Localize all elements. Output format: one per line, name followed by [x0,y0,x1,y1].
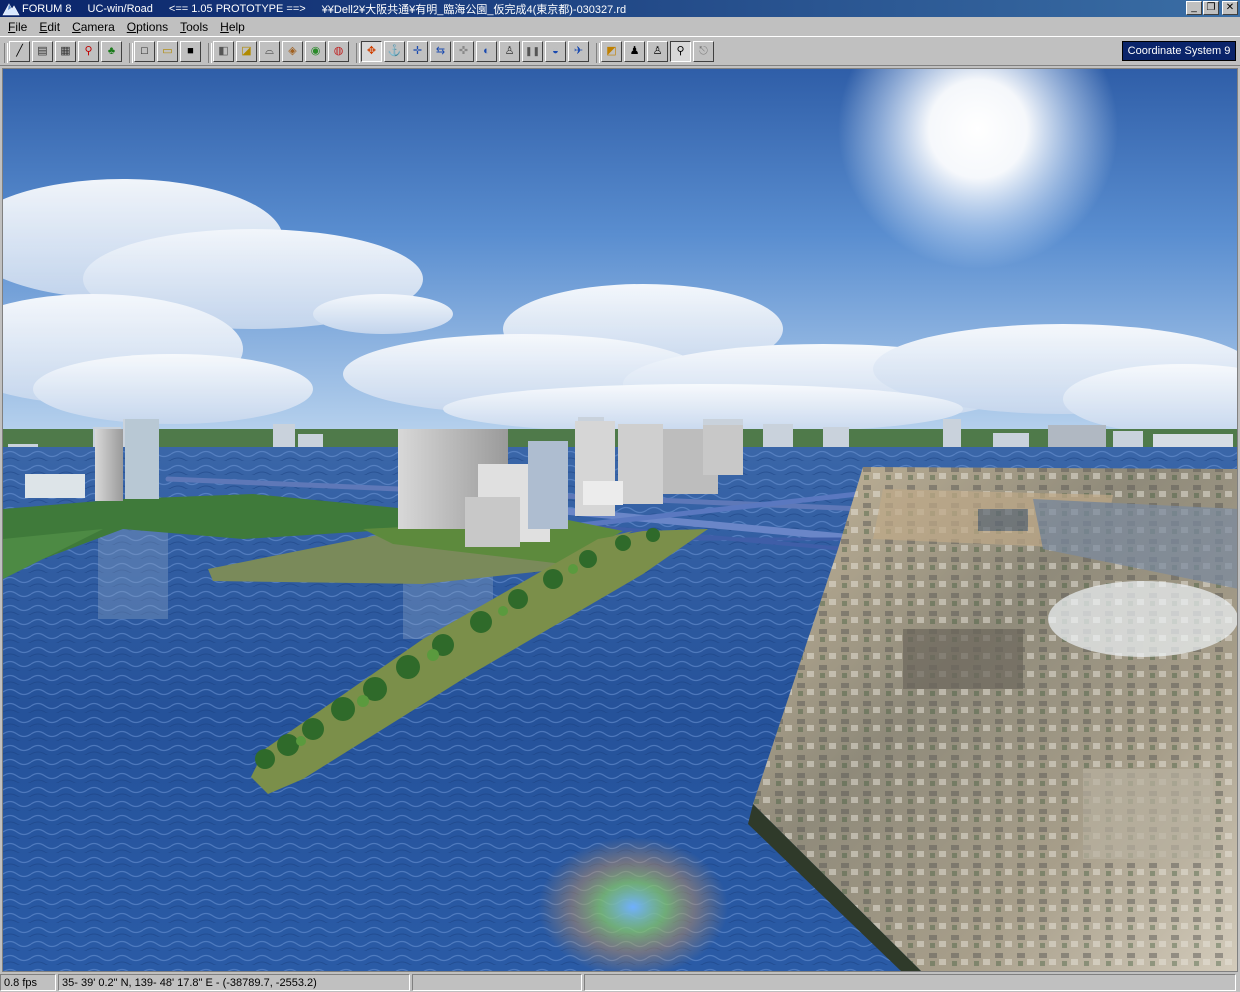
new-file-button[interactable]: □ [134,40,155,62]
figure-button[interactable]: ♙ [499,40,520,62]
close-icon: ✕ [1225,2,1235,13]
close-button[interactable]: ✕ [1222,1,1238,15]
toolbar-group-view: ◩ ♟ ♙ ⚲ ⎋ [596,40,715,63]
toolbar-group-model: ◧ ◪ ⌓ ◈ ◉ ◍ [208,40,350,63]
pan-arrows-icon: ⇆ [435,44,446,57]
model-edit-icon: ◧ [218,44,229,57]
bridge-icon: ⌓ [265,44,274,57]
scene-render [3,69,1237,971]
menu-file[interactable]: File [2,20,33,34]
anchor-button[interactable]: ⚓ [384,40,405,62]
pedestrian-button[interactable]: ♙ [647,40,668,62]
new-file-icon: □ [141,44,148,57]
rotate-camera-button[interactable]: ✥ [361,40,382,62]
menu-tools[interactable]: Tools [174,20,214,34]
title-bar: FORUM 8 UC-win/Road <== 1.05 PROTOTYPE =… [0,0,1240,17]
person-walk-icon: ⚲ [84,44,93,57]
restore-button[interactable]: ❐ [1203,1,1219,15]
terrain-button[interactable]: ◪ [236,40,257,62]
sun-position-icon: ◩ [606,44,617,57]
car-button[interactable]: ◒ [545,40,566,62]
title-file-path: ¥¥Dell2¥大阪共通¥有明_臨海公園_仮完成4(東京都)-030327.rd [321,3,627,16]
save-disk-icon: ■ [187,44,194,57]
menu-help[interactable]: Help [214,20,251,34]
road-draw-button[interactable]: ╱ [9,40,30,62]
toolbar-group-file: □ ▭ ■ [129,40,202,63]
vehicle-button[interactable]: ◍ [328,40,349,62]
water-light-spot [538,837,728,971]
bridge-button[interactable]: ⌓ [259,40,280,62]
person-walk-button[interactable]: ⚲ [78,40,99,62]
status-position: 35- 39' 0.2" N, 139- 48' 17.8" E - (-387… [58,974,410,991]
airplane-icon: ✈ [573,44,584,57]
landscape-button[interactable]: ◉ [305,40,326,62]
figure-icon: ♙ [504,44,515,57]
exit-icon: ⎋ [699,44,708,57]
walking-man-icon: ⚲ [676,44,685,57]
menu-options[interactable]: Options [121,20,174,34]
vehicle-icon: ◍ [333,44,344,57]
3d-viewport[interactable] [2,68,1238,972]
title-product: UC-win/Road [87,2,153,15]
open-folder-button[interactable]: ▭ [157,40,178,62]
minimize-button[interactable]: _ [1186,1,1202,15]
zoom-cross-button[interactable]: ✜ [453,40,474,62]
toolbar-group-edit: ╱ ▤ ▦ ⚲ ♣ [4,40,123,63]
model-edit-button[interactable]: ◧ [213,40,234,62]
rotate-camera-icon: ✥ [366,44,377,57]
pan-arrows-button[interactable]: ⇆ [430,40,451,62]
pause-icon: ❚❚ [524,45,541,56]
road-draw-icon: ╱ [16,44,23,57]
title-version-note: <== 1.05 PROTOTYPE ==> [168,2,306,15]
texture-button[interactable]: ◈ [282,40,303,62]
toolbar-group-navigation: ✥ ⚓ ✛ ⇆ ✜ ◐ ♙ ❚❚ ◒ ✈ [356,40,590,63]
toolbar: ╱ ▤ ▦ ⚲ ♣ □ ▭ ■ ◧ ◪ ⌓ ◈ ◉ ◍ ✥ ⚓ ✛ ⇆ ✜ ◐ … [0,36,1240,66]
zoom-cross-icon: ✜ [458,44,469,57]
grid-pattern-icon: ▦ [60,44,71,57]
cross-section-icon: ▤ [37,44,48,57]
globe-icon: ◐ [483,44,490,57]
pedestrian-icon: ♙ [652,44,663,57]
minimize-icon: _ [1191,2,1197,13]
walking-man-button[interactable]: ⚲ [670,40,691,62]
driver-icon: ♟ [629,44,640,57]
car-icon: ◒ [552,44,559,57]
title-app: FORUM 8 [22,2,72,15]
anchor-icon: ⚓ [387,44,402,57]
menu-edit[interactable]: Edit [33,20,66,34]
sun-position-button[interactable]: ◩ [601,40,622,62]
grid-pattern-button[interactable]: ▦ [55,40,76,62]
restore-icon: ❐ [1206,2,1216,13]
coordinate-system-label[interactable]: Coordinate System 9 [1122,41,1236,61]
menu-camera[interactable]: Camera [66,20,121,34]
move-cross-button[interactable]: ✛ [407,40,428,62]
save-disk-button[interactable]: ■ [180,40,201,62]
status-fps: 0.8 fps [0,974,56,991]
texture-icon: ◈ [288,44,297,57]
tree-icon: ♣ [107,44,116,57]
move-cross-icon: ✛ [412,44,423,57]
driver-button[interactable]: ♟ [624,40,645,62]
pause-button[interactable]: ❚❚ [522,40,543,62]
terrain-icon: ◪ [241,44,252,57]
cross-section-button[interactable]: ▤ [32,40,53,62]
window-controls: _ ❐ ✕ [1185,1,1238,15]
tree-button[interactable]: ♣ [101,40,122,62]
app-logo-icon [2,1,20,16]
menu-bar: File Edit Camera Options Tools Help [0,17,1240,36]
status-panel-3 [412,974,582,991]
landscape-icon: ◉ [310,44,321,57]
status-panel-4 [584,974,1236,991]
exit-button[interactable]: ⎋ [693,40,714,62]
globe-button[interactable]: ◐ [476,40,497,62]
status-bar: 0.8 fps 35- 39' 0.2" N, 139- 48' 17.8" E… [0,973,1240,992]
airplane-button[interactable]: ✈ [568,40,589,62]
open-folder-icon: ▭ [162,44,173,57]
